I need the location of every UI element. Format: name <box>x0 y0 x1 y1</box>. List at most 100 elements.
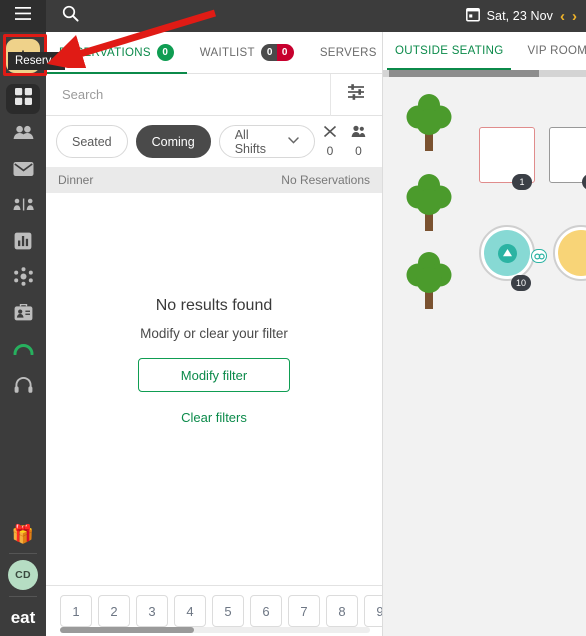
current-date-label: Sat, 23 Nov <box>486 9 553 23</box>
tab-servers[interactable]: SERVERS <box>307 32 390 73</box>
date-navigator: Sat, 23 Nov ‹ › <box>465 7 586 25</box>
network-icon <box>13 267 33 291</box>
utensils-icon <box>323 125 337 143</box>
table-10[interactable]: 10 <box>479 225 547 291</box>
global-search-button[interactable] <box>46 0 94 32</box>
table-1[interactable]: 1 <box>479 127 535 190</box>
search-icon <box>62 5 79 27</box>
guests-icon <box>351 125 366 143</box>
id-card-icon <box>14 303 33 326</box>
headset-icon <box>14 376 33 399</box>
hamburger-icon <box>15 7 31 25</box>
table-compare-icon <box>13 198 34 216</box>
pagination-scrollbar-thumb[interactable] <box>60 627 194 633</box>
sidebar-item-performance[interactable] <box>0 334 46 368</box>
page-button[interactable]: 3 <box>136 595 168 627</box>
grid-icon <box>14 88 32 110</box>
envelope-icon <box>13 161 34 182</box>
sidebar-divider-1 <box>9 553 37 554</box>
modify-filter-button[interactable]: Modify filter <box>138 358 290 392</box>
empty-state-subtitle: Modify or clear your filter <box>140 326 288 341</box>
waitlist-count-badge-right: 0 <box>276 44 294 61</box>
sidebar-item-guests[interactable] <box>0 118 46 152</box>
filter-coming-button[interactable]: Coming <box>135 125 211 158</box>
floor-plan-scrollbar[interactable] <box>383 70 586 77</box>
sidebar-item-support[interactable] <box>0 370 46 404</box>
top-bar: Sat, 23 Nov ‹ › <box>0 0 586 32</box>
summary-stats: 0 0 <box>323 125 372 158</box>
search-input[interactable]: Search <box>46 74 330 116</box>
filter-shift-select[interactable]: All Shifts <box>218 125 315 158</box>
table-partial-right[interactable] <box>553 225 586 281</box>
tab-reservations-label: RESERVATIONS <box>59 46 151 59</box>
table-seat-fill <box>484 230 530 276</box>
filter-seated-button[interactable]: Seated <box>56 125 128 158</box>
sidebar-item-integrations[interactable] <box>0 262 46 296</box>
calendar-icon[interactable] <box>465 7 480 25</box>
tree-decoration <box>401 91 457 153</box>
sidebar-item-staff[interactable] <box>0 298 46 332</box>
shift-header-row: Dinner No Reservations <box>46 167 382 193</box>
people-icon <box>13 125 34 145</box>
empty-state: No results found Modify or clear your fi… <box>46 193 382 585</box>
previous-day-button[interactable]: ‹ <box>560 9 565 24</box>
page-button[interactable]: 6 <box>250 595 282 627</box>
floor-plan-tab-bar: OUTSIDE SEATING VIP ROOM <box>383 32 586 70</box>
reserve-tooltip: Reserve <box>8 52 65 70</box>
sidebar-bottom-section: 🎁 CD eat <box>0 523 46 636</box>
sliders-icon <box>347 83 366 106</box>
sidebar-item-messages[interactable] <box>0 154 46 188</box>
gauge-icon <box>13 342 34 360</box>
page-button[interactable]: 4 <box>174 595 206 627</box>
sidebar-item-tables[interactable] <box>0 190 46 224</box>
page-button[interactable]: 8 <box>326 595 358 627</box>
tree-decoration <box>401 249 457 311</box>
sidebar-divider-2 <box>9 596 37 597</box>
tab-vip-room[interactable]: VIP ROOM <box>515 32 586 70</box>
tab-waitlist[interactable]: WAITLIST 0 0 <box>187 32 307 73</box>
app-logo: eat <box>10 608 36 627</box>
stat-covers: 0 <box>323 125 337 158</box>
waitlist-count-badge-left: 0 <box>260 44 278 61</box>
sidebar-item-dashboard[interactable] <box>0 82 46 116</box>
stat-guests: 0 <box>351 125 366 158</box>
bar-chart-icon <box>14 232 32 255</box>
filter-row: Seated Coming All Shifts 0 0 <box>46 116 382 167</box>
shift-name: Dinner <box>58 173 94 187</box>
gift-icon[interactable]: 🎁 <box>12 523 34 547</box>
panel-tab-bar: RESERVATIONS 0 WAITLIST 0 0 SERVERS <box>46 32 382 74</box>
shift-status: No Reservations <box>281 173 370 187</box>
table-number-badge: 2 <box>582 174 586 190</box>
floor-plan-canvas[interactable]: 1 2 10 <box>383 77 586 636</box>
chevron-down-icon <box>288 136 299 147</box>
hamburger-menu-button[interactable] <box>0 0 46 32</box>
app-root: Sat, 23 Nov ‹ › + <box>0 0 586 636</box>
tab-reservations[interactable]: RESERVATIONS 0 <box>46 32 187 74</box>
tab-outside-seating[interactable]: OUTSIDE SEATING <box>383 32 515 70</box>
tree-decoration <box>401 171 457 233</box>
waitlist-count-badges: 0 0 <box>260 44 294 61</box>
clear-filters-link[interactable]: Clear filters <box>181 410 247 425</box>
linked-tables-icon <box>531 249 547 263</box>
reservations-count-badge: 0 <box>156 44 174 61</box>
stat-covers-value: 0 <box>326 144 334 158</box>
table-2[interactable]: 2 <box>549 127 586 190</box>
stat-guests-value: 0 <box>355 144 362 158</box>
page-button[interactable]: 7 <box>288 595 320 627</box>
avatar[interactable]: CD <box>8 560 38 590</box>
page-button[interactable]: 5 <box>212 595 244 627</box>
page-button[interactable]: 1 <box>60 595 92 627</box>
floor-plan-scrollbar-thumb[interactable] <box>389 70 539 77</box>
pagination-scrollbar[interactable] <box>60 627 370 633</box>
table-number-badge: 10 <box>511 275 532 291</box>
filter-settings-button[interactable] <box>330 73 382 116</box>
page-button[interactable]: 9 <box>364 595 382 627</box>
next-day-button[interactable]: › <box>572 9 577 24</box>
table-seat-fill <box>558 230 586 276</box>
left-sidebar: + <box>0 32 46 636</box>
floor-plan-panel: OUTSIDE SEATING VIP ROOM 1 10 <box>383 32 586 636</box>
page-button[interactable]: 2 <box>98 595 130 627</box>
sidebar-item-reports[interactable] <box>0 226 46 260</box>
table-number-badge: 1 <box>512 174 532 190</box>
pagination: 1 2 3 4 5 6 7 8 9 <box>46 585 382 636</box>
